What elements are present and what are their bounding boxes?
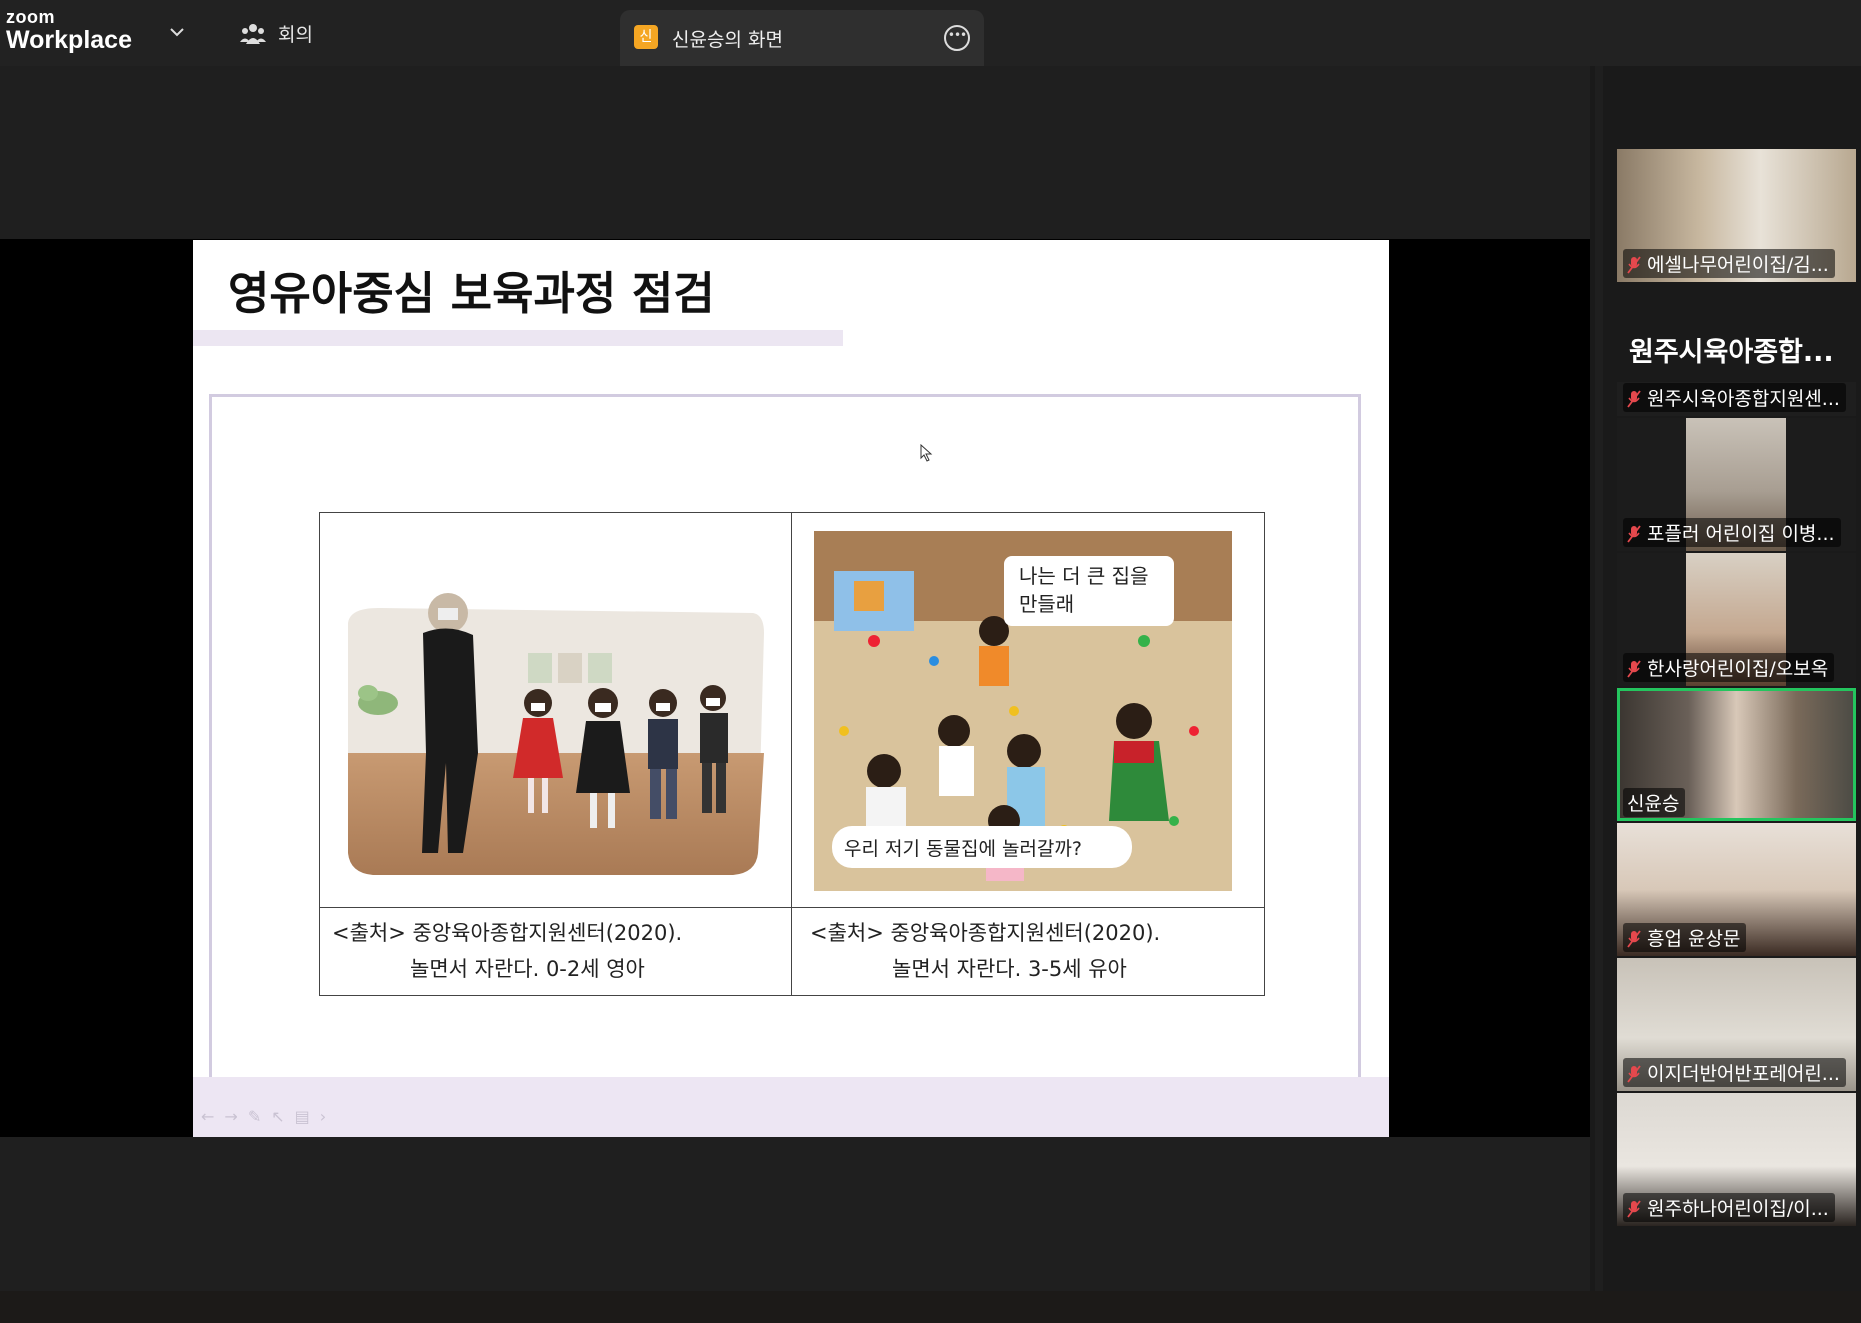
muted-mic-icon [1627,525,1641,543]
muted-mic-icon [1627,390,1641,408]
speech-bubble-top-line1: 나는 더 큰 집을 [1019,564,1148,588]
participant-name-tag: 원주하나어린이집/이... [1623,1193,1835,1222]
participant-name: 이지더반어반포레어린... [1647,1063,1840,1085]
more-options-icon[interactable]: ••• [944,25,970,51]
muted-mic-icon [1627,256,1641,274]
participant-name: 원주하나어린이집/이... [1647,1198,1829,1220]
slideshow-nav-toolbar: ← → ✎ ↖ ▤ › [201,1107,326,1126]
participant-name: 신윤승 [1627,793,1680,815]
participant-name-tag: 포플러 어린이집 이병... [1623,518,1841,547]
left-caption-title: 놀면서 자란다. 0-2세 영아 [410,957,645,981]
participant-name-tag: 에셀나무어린이집/김... [1623,249,1835,278]
bottom-toolbar-strip [0,1291,1861,1323]
pen-icon[interactable]: ✎ [248,1107,261,1126]
participant-tile[interactable]: 한사랑어린이집/오보옥 [1617,553,1856,686]
participant-tile-active-speaker[interactable]: 신윤승 [1617,688,1856,821]
participant-tile[interactable]: 흥업 윤상문 [1617,823,1856,956]
logo-workplace: Workplace [6,26,132,54]
participant-name: 에셀나무어린이집/김... [1647,254,1829,276]
participants-icon [240,23,266,44]
participant-tile[interactable]: 원주시육아종합지원센... [1617,382,1856,416]
meeting-tab-label: 회의 [278,24,313,46]
title-underline [193,330,843,346]
slide-title: 영유아중심 보육과정 점검 [228,267,715,320]
participant-name-tag: 한사랑어린이집/오보옥 [1623,653,1835,682]
participant-tile[interactable]: 포플러 어린이집 이병... [1617,418,1856,551]
prev-slide-icon[interactable]: ← [201,1107,214,1126]
right-caption-title: 놀면서 자란다. 3-5세 유아 [892,957,1127,981]
chevron-down-icon[interactable] [167,22,187,42]
participant-name: 포플러 어린이집 이병... [1647,523,1835,545]
logo-zoom: zoom [6,7,55,27]
table-divider-horizontal [320,907,1264,908]
screen-share-tab[interactable]: 신 신윤승의 화면 ••• [620,10,984,66]
muted-mic-icon [1627,1200,1641,1218]
slides-icon[interactable]: ▤ [295,1107,310,1126]
zoom-workplace-logo: zoom Workplace [6,8,132,54]
sidebar-scrollbar[interactable] [1595,66,1603,1323]
more-nav-icon[interactable]: › [320,1107,326,1126]
participant-tile[interactable]: 원주하나어린이집/이... [1617,1093,1856,1226]
left-figure-caption: <출처> 중앙육아종합지원센터(2020). 놀면서 자란다. 0-2세 영아 [320,915,790,987]
meeting-tab[interactable]: 회의 [240,20,313,47]
slide-footer: ← → ✎ ↖ ▤ › [193,1077,1389,1137]
muted-mic-icon [1627,1065,1641,1083]
speech-bubble-bottom: 우리 저기 동물집에 놀러갈까? [844,838,1082,860]
speech-bubble-top-line2: 만들래 [1019,592,1074,616]
group-section-title: 원주시육아종합... [1629,337,1834,368]
top-bar: zoom Workplace 회의 신 신윤승의 화면 ••• [0,0,1861,66]
right-caption-source: <출처> 중앙육아종합지원센터(2020). [810,921,1161,945]
next-slide-icon[interactable]: → [224,1107,237,1126]
participant-name: 원주시육아종합지원센... [1647,388,1840,410]
participant-name-tag: 신윤승 [1623,788,1686,817]
mouse-cursor-icon [920,444,933,462]
presentation-slide: 영유아중심 보육과정 점검 나는 더 큰 집을 만들래 우리 저기 동물집에 놀… [193,240,1389,1137]
participant-name-tag: 원주시육아종합지원센... [1623,383,1846,412]
participant-name-tag: 이지더반어반포레어린... [1623,1058,1846,1087]
participant-tile[interactable]: 이지더반어반포레어린... [1617,958,1856,1091]
participant-name: 한사랑어린이집/오보옥 [1647,658,1829,680]
participant-tile[interactable]: 에셀나무어린이집/김... [1617,149,1856,282]
figure-table: 나는 더 큰 집을 만들래 우리 저기 동물집에 놀러갈까? <출처> 중앙육아… [319,512,1265,996]
left-caption-source: <출처> 중앙육아종합지원센터(2020). [332,921,683,945]
muted-mic-icon [1627,660,1641,678]
participant-name-tag: 흥업 윤상문 [1623,923,1747,952]
share-tab-title: 신윤승의 화면 [672,29,783,51]
pointer-icon[interactable]: ↖ [271,1107,284,1126]
muted-mic-icon [1627,930,1641,948]
sharer-avatar-badge: 신 [634,25,658,49]
participant-gallery-sidebar: 에셀나무어린이집/김... 원주시육아종합... 원주시육아종합지원센... 포… [1590,66,1861,1323]
participant-name: 흥업 윤상문 [1647,928,1741,950]
toddlers-activity-photo [338,553,772,891]
right-figure-caption: <출처> 중앙육아종합지원센터(2020). 놀면서 자란다. 3-5세 유아 [792,915,1262,987]
preschoolers-play-photo: 나는 더 큰 집을 만들래 우리 저기 동물집에 놀러갈까? [814,531,1232,891]
